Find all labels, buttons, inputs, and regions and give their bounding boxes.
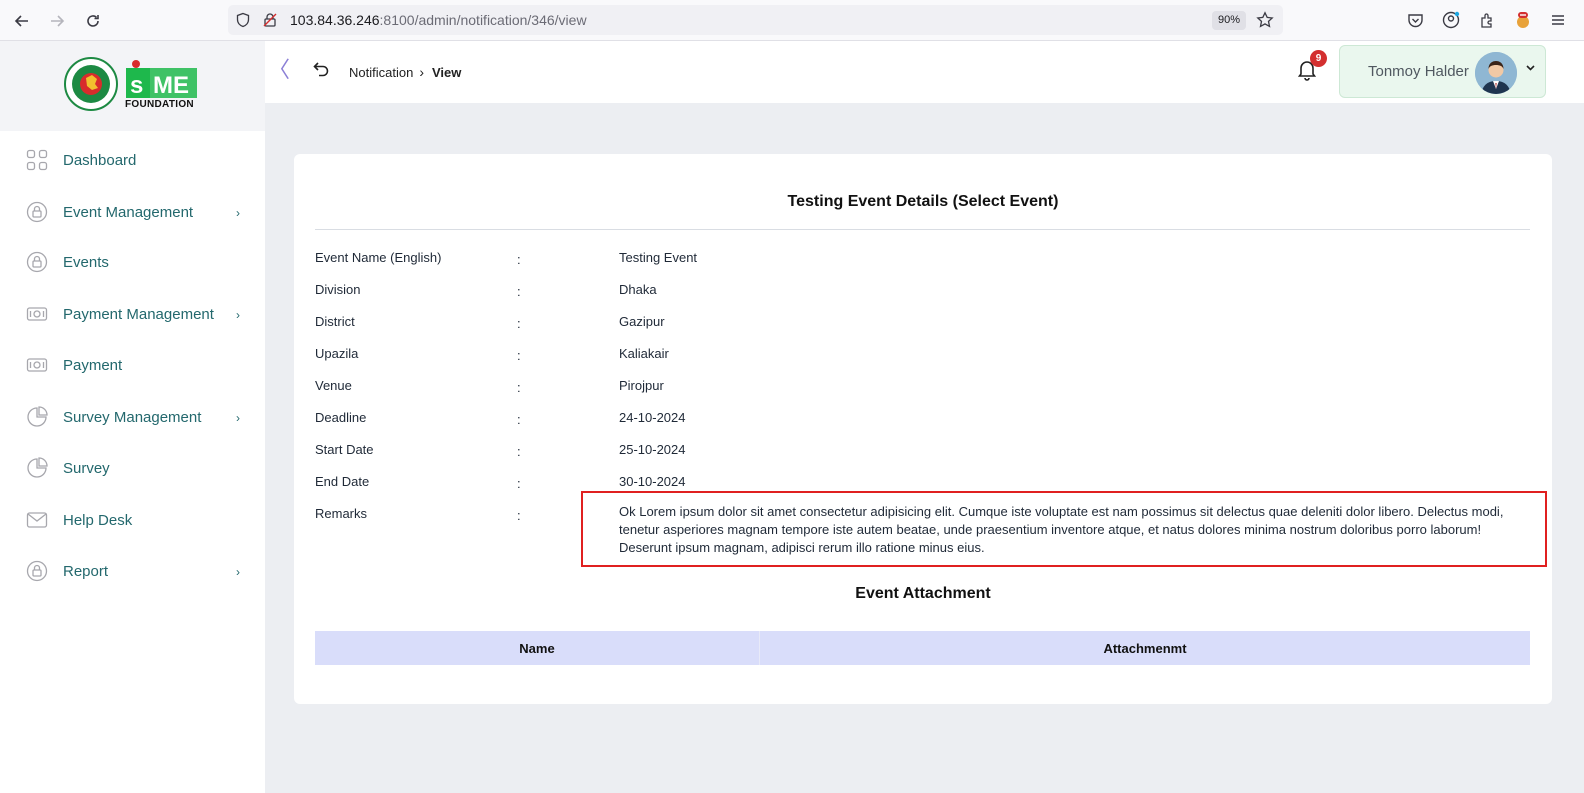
- zoom-level[interactable]: 90%: [1212, 11, 1246, 30]
- detail-separator: :: [517, 252, 521, 267]
- back-icon[interactable]: [10, 9, 34, 33]
- detail-separator: :: [517, 412, 521, 427]
- user-name: Tonmoy Halder: [1368, 63, 1469, 80]
- svg-text:s: s: [130, 72, 143, 99]
- lock-circle-icon: [25, 200, 49, 224]
- sme-foundation-logo[interactable]: s ME FOUNDATION: [64, 56, 204, 114]
- detail-value: Dhaka: [619, 282, 657, 297]
- divider: [315, 229, 1530, 230]
- menu-icon[interactable]: [1548, 10, 1568, 30]
- pocket-icon[interactable]: [1405, 10, 1425, 30]
- detail-separator: :: [517, 476, 521, 491]
- sidebar-item-label: Survey Management: [63, 408, 202, 426]
- sidebar-item-payment[interactable]: Payment: [25, 350, 250, 380]
- insecure-lock-icon[interactable]: [260, 10, 280, 30]
- sidebar-item-payment-management[interactable]: Payment Management ›: [25, 299, 250, 329]
- sidebar-item-dashboard[interactable]: Dashboard: [25, 145, 250, 175]
- detail-label: Venue: [315, 378, 352, 393]
- chevron-right-icon: ›: [419, 64, 424, 80]
- detail-value: 30-10-2024: [619, 474, 686, 489]
- sidebar-item-label: Payment: [63, 356, 123, 374]
- breadcrumb-parent[interactable]: Notification: [349, 65, 413, 80]
- sidebar: Dashboard Event Management › Events Paym…: [5, 138, 256, 773]
- detail-label: District: [315, 314, 355, 329]
- breadcrumb-current: View: [431, 64, 462, 80]
- detail-label: Upazila: [315, 346, 359, 361]
- logo-text: FOUNDATION: [125, 99, 194, 110]
- detail-label: End Date: [315, 474, 370, 489]
- svg-text:ME: ME: [153, 72, 189, 99]
- sidebar-item-label: Report: [63, 562, 109, 580]
- extension-avatar-icon[interactable]: [1513, 10, 1533, 30]
- column-header-name: Name: [315, 631, 760, 665]
- banknote-icon: [25, 302, 49, 326]
- chevron-right-icon: ›: [236, 565, 240, 579]
- lock-circle-icon: [25, 250, 49, 274]
- detail-separator: :: [517, 316, 521, 331]
- detail-label: Division: [315, 282, 361, 297]
- event-details-card: Testing Event Details (Select Event) Eve…: [294, 154, 1552, 704]
- avatar: [1475, 52, 1517, 94]
- detail-separator: :: [517, 380, 521, 395]
- shield-icon[interactable]: [233, 10, 253, 30]
- sidebar-item-survey-management[interactable]: Survey Management ›: [25, 402, 250, 432]
- bookmark-star-icon[interactable]: [1255, 10, 1275, 30]
- banknote-icon: [25, 353, 49, 377]
- remarks-value: Ok Lorem ipsum dolor sit amet consectetu…: [619, 504, 1504, 555]
- url-text: 103.84.36.246:8100/admin/notification/34…: [290, 12, 587, 28]
- chevron-down-icon: [1525, 62, 1536, 76]
- sidebar-item-label: Survey: [63, 459, 110, 477]
- lock-circle-icon: [25, 559, 49, 583]
- sidebar-item-report[interactable]: Report ›: [25, 556, 250, 586]
- detail-label: Event Name (English): [315, 250, 442, 265]
- detail-value: Kaliakair: [619, 346, 669, 361]
- details-title: Testing Event Details (Select Event): [787, 193, 1059, 210]
- browser-toolbar: 103.84.36.246:8100/admin/notification/34…: [0, 0, 1584, 41]
- extensions-icon[interactable]: [1477, 10, 1497, 30]
- detail-label: Start Date: [315, 442, 374, 457]
- address-bar[interactable]: 103.84.36.246:8100/admin/notification/34…: [228, 5, 1283, 35]
- sidebar-item-label: Event Management: [63, 203, 194, 221]
- sidebar-item-help-desk[interactable]: Help Desk: [25, 505, 250, 535]
- mail-icon: [25, 508, 49, 532]
- collapse-sidebar-icon[interactable]: 〈: [268, 57, 290, 83]
- sidebar-item-survey[interactable]: Survey: [25, 453, 250, 483]
- pie-chart-icon: [25, 456, 49, 480]
- reload-icon[interactable]: [81, 9, 105, 33]
- pie-chart-icon: [25, 405, 49, 429]
- detail-label: Deadline: [315, 410, 367, 425]
- detail-value: Testing Event: [619, 250, 698, 265]
- detail-value: Pirojpur: [619, 378, 664, 393]
- sidebar-item-label: Dashboard: [63, 151, 137, 169]
- chevron-right-icon: ›: [236, 206, 240, 220]
- grid-icon: [25, 148, 49, 172]
- sidebar-item-event-management[interactable]: Event Management ›: [25, 197, 250, 227]
- chevron-right-icon: ›: [236, 411, 240, 425]
- detail-value: 24-10-2024: [619, 410, 686, 425]
- sidebar-item-events[interactable]: Events: [25, 247, 250, 277]
- chevron-right-icon: ›: [236, 308, 240, 322]
- sidebar-item-label: Events: [63, 253, 109, 271]
- notification-badge: 9: [1310, 50, 1327, 67]
- column-header-attachment: Attachmenmt: [1103, 640, 1187, 656]
- attachment-title: Event Attachment: [855, 585, 991, 602]
- attachment-table-header: Name Attachmenmt: [315, 631, 1530, 665]
- breadcrumb: Notification › View: [349, 64, 461, 80]
- sidebar-item-label: Payment Management: [63, 305, 214, 323]
- forward-icon[interactable]: [45, 9, 69, 33]
- detail-value: Gazipur: [619, 314, 665, 329]
- account-icon[interactable]: [1441, 10, 1461, 30]
- detail-separator: :: [517, 348, 521, 363]
- detail-separator: :: [517, 444, 521, 459]
- back-arrow-icon[interactable]: [312, 60, 332, 80]
- detail-separator: :: [517, 508, 521, 523]
- detail-separator: :: [517, 284, 521, 299]
- sidebar-item-label: Help Desk: [63, 511, 133, 529]
- detail-value: 25-10-2024: [619, 442, 686, 457]
- remarks-label: Remarks: [315, 506, 368, 521]
- user-menu[interactable]: Tonmoy Halder: [1339, 45, 1546, 98]
